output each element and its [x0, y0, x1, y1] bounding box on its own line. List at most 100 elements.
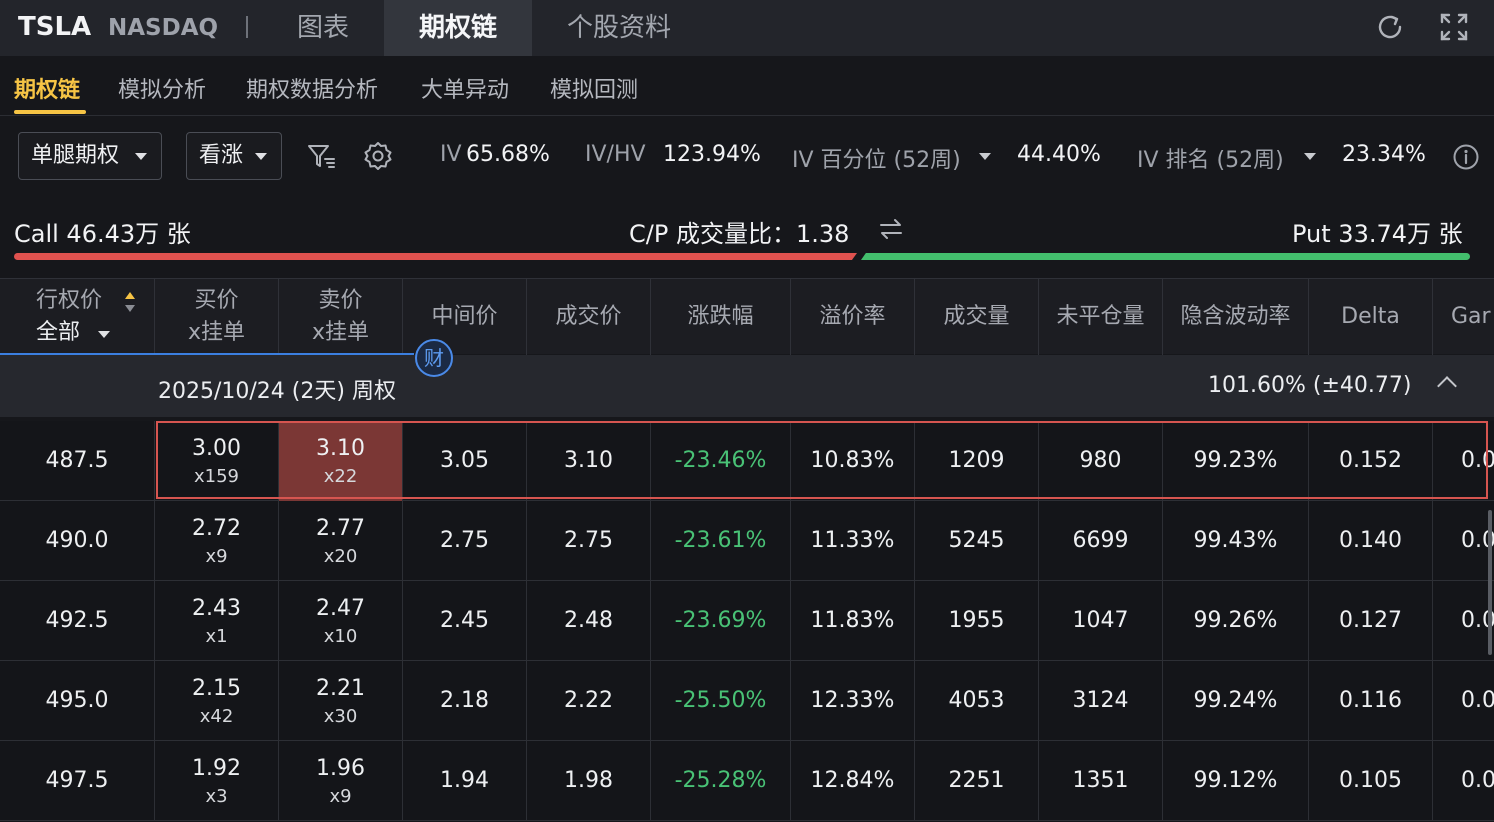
implied-volatility-cell-value: 99.43%	[1193, 528, 1278, 553]
table-header: 行权价 全部 买价 x挂单 卖价 x挂单 中间价 成交价 涨跌幅 溢价率 成交量…	[0, 278, 1494, 355]
delta-cell-value: 0.152	[1339, 448, 1402, 473]
active-subtab-indicator	[14, 110, 86, 114]
strike-cell-value: 495.0	[45, 688, 109, 713]
bid-cell[interactable]: 3.00 x159	[154, 421, 278, 501]
chevron-down-icon[interactable]	[979, 153, 991, 160]
ask-cell-value: 2.21	[316, 675, 365, 701]
fullscreen-icon[interactable]	[1438, 11, 1470, 43]
premium-cell: 12.84%	[790, 741, 914, 821]
bid-cell[interactable]: 1.92 x3	[154, 741, 278, 821]
sort-icon[interactable]	[124, 291, 136, 313]
strike-sort[interactable]: 行权价	[36, 285, 135, 317]
mid-cell-value: 2.45	[440, 608, 489, 633]
gamma-cell: 0.0	[1432, 581, 1494, 661]
chevron-down-icon[interactable]	[1304, 153, 1316, 160]
delta-header[interactable]: Delta	[1308, 279, 1432, 355]
ticker-symbol: TSLA	[18, 12, 92, 42]
ask-cell[interactable]: 2.47 x10	[278, 581, 402, 661]
implied-volatility-cell-value: 99.23%	[1193, 448, 1278, 473]
strike-cell-value: 487.5	[45, 448, 109, 473]
change-cell: -23.46%	[650, 421, 790, 501]
swap-icon[interactable]	[878, 216, 904, 242]
iv-rank-value: 23.34%	[1342, 142, 1426, 167]
strike-cell-value: 497.5	[45, 768, 109, 793]
volume-cell-value: 1209	[948, 448, 1005, 473]
premium-cell-value: 12.33%	[810, 688, 895, 713]
ask-cell[interactable]: 2.21 x30	[278, 661, 402, 741]
premium-cell-value: 10.83%	[810, 448, 895, 473]
delta-cell-value: 0.140	[1339, 528, 1402, 553]
delta-cell: 0.152	[1308, 421, 1432, 501]
iv-percentile-selector[interactable]: IV 百分位 (52周)	[792, 142, 961, 174]
table-row[interactable]: 495.0 2.15 x42 2.21 x30 2.18 2.22 -25.50% 12.33%…	[0, 661, 1494, 741]
table-row[interactable]: 492.5 2.43 x1 2.47 x10 2.45 2.48 -23.69% 11.83% 1…	[0, 581, 1494, 661]
table-row[interactable]: 490.0 2.72 x9 2.77 x20 2.75 2.75 -23.61% 11.33% 5…	[0, 501, 1494, 581]
divider	[246, 16, 248, 38]
call-volume-bar	[14, 253, 857, 260]
expiry-group-row[interactable]: 2025/10/24 (2天) 周权 101.60% (±40.77)	[0, 355, 1494, 417]
last-header[interactable]: 成交价	[526, 279, 650, 355]
iv-rank-selector[interactable]: IV 排名 (52周)	[1137, 142, 1284, 174]
tab-company-profile[interactable]: 个股资料	[532, 0, 706, 56]
direction-dropdown[interactable]: 看涨	[186, 132, 282, 180]
refresh-icon[interactable]	[1374, 11, 1406, 43]
earnings-badge[interactable]: 财	[415, 339, 453, 377]
delta-cell: 0.105	[1308, 741, 1432, 821]
ask-cell[interactable]: 3.10 x22	[278, 421, 402, 501]
chevron-down-icon	[98, 331, 110, 338]
bid-label: 买价	[194, 288, 239, 313]
tab-option-chain[interactable]: 期权链	[384, 0, 532, 56]
subtab-option-chain[interactable]: 期权链	[14, 72, 80, 106]
strike-header[interactable]: 行权价 全部	[0, 279, 154, 355]
delta-cell-value: 0.116	[1339, 688, 1402, 713]
subtab-backtest[interactable]: 模拟回测	[550, 72, 638, 106]
subtab-unusual-activity[interactable]: 大单异动	[421, 72, 509, 106]
table-row[interactable]: 487.5 3.00 x159 3.10 x22 3.05 3.10 -23.46% 10.83…	[0, 421, 1494, 501]
implied-volatility-cell: 99.12%	[1162, 741, 1308, 821]
gamma-header[interactable]: Gar	[1432, 279, 1494, 355]
open-interest-header[interactable]: 未平仓量	[1038, 279, 1162, 355]
premium-header[interactable]: 溢价率	[790, 279, 914, 355]
tab-chart[interactable]: 图表	[262, 0, 384, 56]
ask-header[interactable]: 卖价 x挂单	[278, 279, 402, 355]
premium-cell-value: 11.33%	[810, 528, 895, 553]
subtab-option-analytics[interactable]: 期权数据分析	[246, 72, 378, 106]
mid-cell: 2.45	[402, 581, 526, 661]
open-interest-cell-value: 1047	[1072, 608, 1129, 633]
table-row[interactable]: 497.5 1.92 x3 1.96 x9 1.94 1.98 -25.28% 12.84% 22…	[0, 741, 1494, 821]
settings-icon[interactable]	[362, 140, 394, 172]
implied-volatility-cell: 99.26%	[1162, 581, 1308, 661]
bid-header[interactable]: 买价 x挂单	[154, 279, 278, 355]
strike-cell: 495.0	[0, 661, 154, 741]
implied-volatility-cell-value: 99.26%	[1193, 608, 1278, 633]
subtab-simulation[interactable]: 模拟分析	[118, 72, 206, 106]
ask-cell[interactable]: 2.77 x20	[278, 501, 402, 581]
strike-cell: 492.5	[0, 581, 154, 661]
change-header[interactable]: 涨跌幅	[650, 279, 790, 355]
direction-value: 看涨	[199, 143, 244, 168]
filter-icon[interactable]	[306, 140, 338, 172]
ask-cell-size: x22	[323, 465, 358, 487]
open-interest-cell-value: 3124	[1072, 688, 1129, 713]
strategy-dropdown[interactable]: 单腿期权	[18, 132, 162, 180]
scrollbar[interactable]	[1488, 510, 1492, 655]
ask-cell-size: x10	[323, 625, 358, 647]
volume-header[interactable]: 成交量	[914, 279, 1038, 355]
strike-filter-dropdown[interactable]: 全部	[36, 317, 110, 349]
bid-cell-value: 2.43	[192, 595, 241, 621]
exchange-name: NASDAQ	[108, 15, 219, 41]
premium-cell: 12.33%	[790, 661, 914, 741]
ask-cell[interactable]: 1.96 x9	[278, 741, 402, 821]
implied-volatility-header[interactable]: 隐含波动率	[1162, 279, 1308, 355]
last-cell: 1.98	[526, 741, 650, 821]
info-icon[interactable]	[1452, 143, 1480, 171]
iv-percentile-value: 44.40%	[1017, 142, 1101, 167]
open-interest-cell-value: 980	[1079, 448, 1122, 473]
divider	[0, 115, 1494, 116]
chevron-up-icon[interactable]	[1437, 376, 1457, 396]
mid-cell-value: 3.05	[440, 448, 489, 473]
ask-cell-size: x30	[323, 705, 358, 727]
bid-cell[interactable]: 2.43 x1	[154, 581, 278, 661]
bid-cell[interactable]: 2.15 x42	[154, 661, 278, 741]
bid-cell[interactable]: 2.72 x9	[154, 501, 278, 581]
